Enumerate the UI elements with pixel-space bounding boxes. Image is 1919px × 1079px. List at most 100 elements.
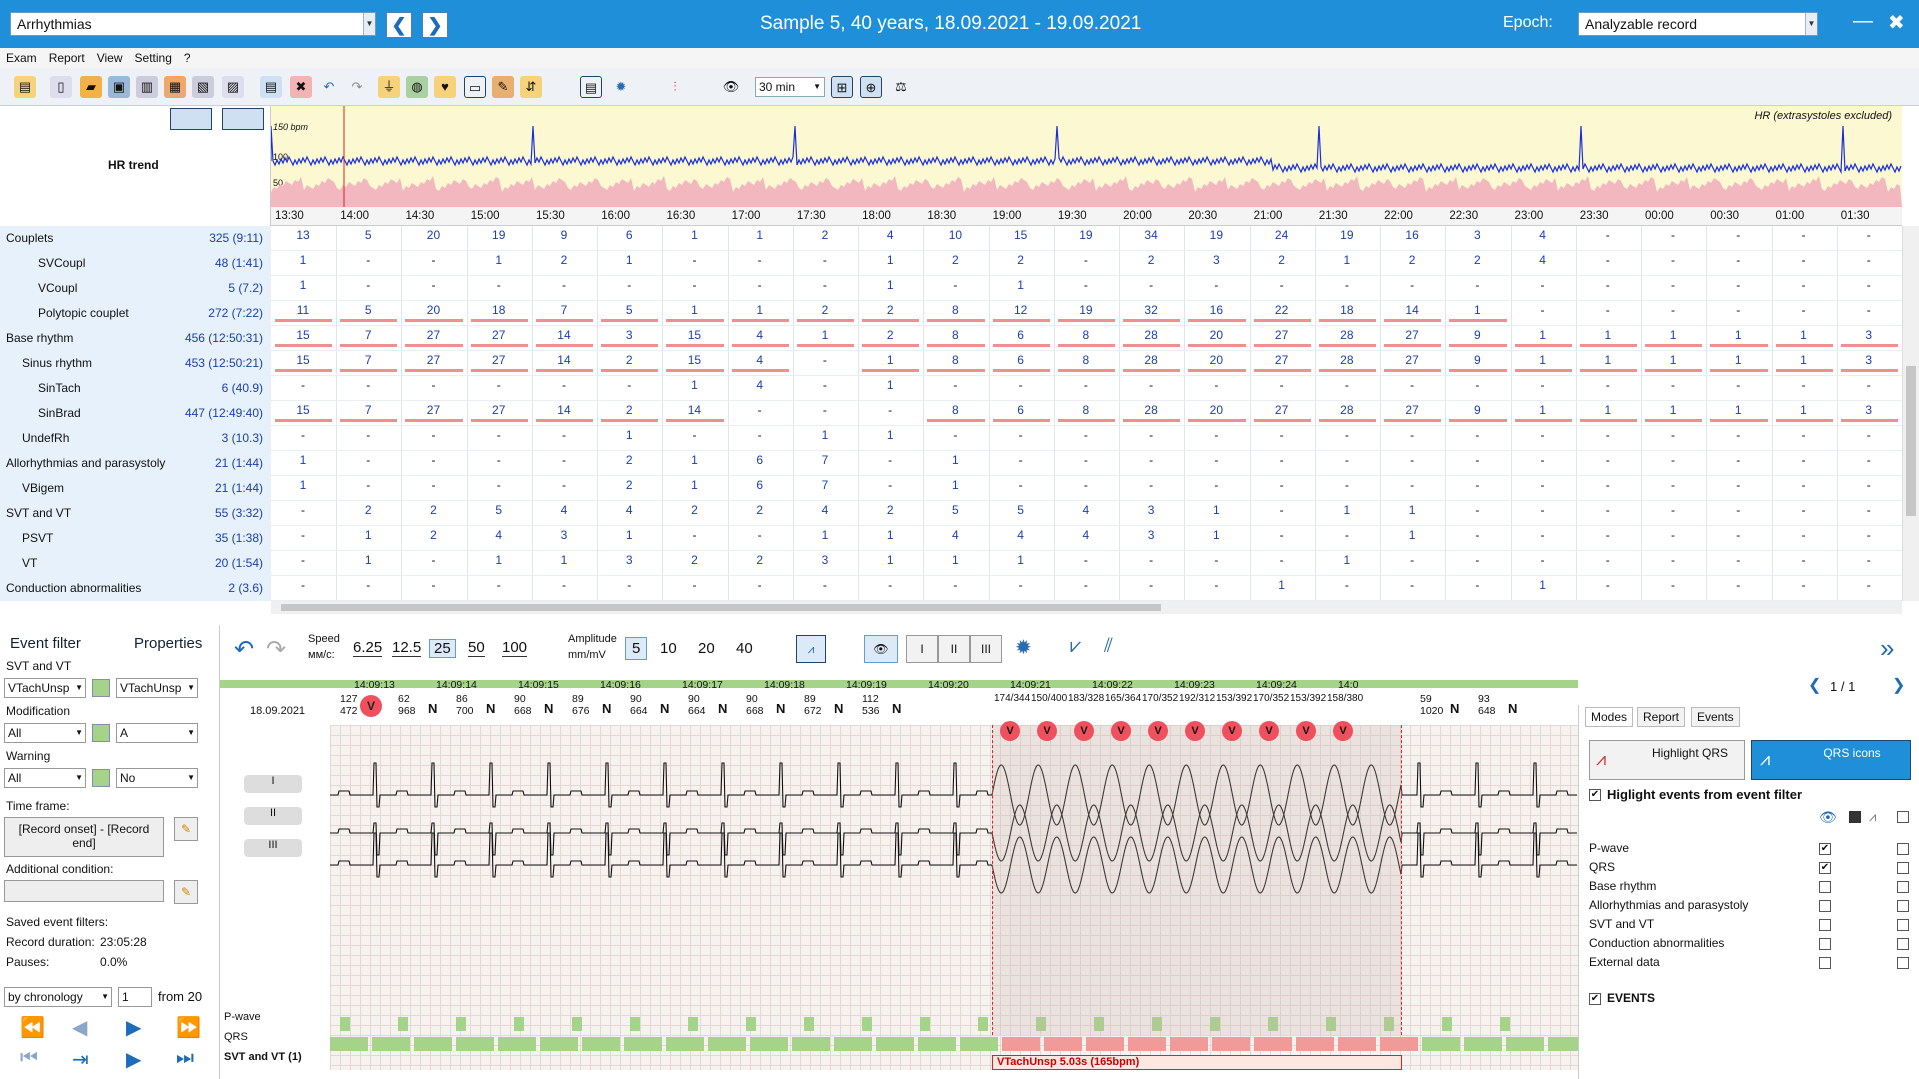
filter-icon[interactable]: ⏚ [378,76,400,98]
table-cell[interactable]: 5 [599,303,659,317]
table-cell[interactable]: - [534,428,594,442]
table-cell[interactable]: - [860,578,920,592]
table-cell[interactable]: 7 [338,403,398,417]
table-cell[interactable]: 2 [599,478,659,492]
table-cell[interactable]: 2 [338,503,398,517]
table-cell[interactable]: - [1382,378,1442,392]
mode-overlay-checkbox[interactable] [1897,957,1909,969]
tree-icon[interactable]: ▤ [14,76,36,98]
table-cell[interactable]: - [1839,278,1899,292]
fit-icon[interactable]: ⊕ [860,76,882,98]
table-cell[interactable]: - [1447,453,1507,467]
table-cell[interactable]: - [338,453,398,467]
table-cell[interactable]: - [925,278,985,292]
beat-label[interactable]: N [892,701,901,716]
table-cell[interactable]: - [1839,253,1899,267]
table-cell[interactable]: 2 [664,553,724,567]
table-cell[interactable]: - [273,378,333,392]
table-cell[interactable]: 1 [1578,328,1638,342]
first-event-icon[interactable]: ⏮ [20,1047,38,1070]
table-cell[interactable]: - [1643,253,1703,267]
table-cell[interactable]: 1 [730,303,790,317]
table-cell[interactable]: 1 [860,353,920,367]
table-cell[interactable]: 3 [795,553,855,567]
event-type-select[interactable]: VTachUnsp ▼ [4,678,86,698]
beat-label[interactable]: N [602,701,611,716]
table-cell[interactable]: - [1774,528,1834,542]
table-cell[interactable]: - [795,378,855,392]
mode-visible-checkbox[interactable]: ✔ [1819,862,1831,874]
table-cell[interactable]: - [730,278,790,292]
table-cell[interactable]: 1 [795,528,855,542]
table-row[interactable]: Base rhythm 456 (12:50:31) [0,326,271,351]
vt-beat-marker[interactable]: V [1333,721,1353,741]
table-cell[interactable]: 1 [469,253,529,267]
modification-value-select[interactable]: A ▼ [116,723,198,743]
table-cell[interactable]: 8 [925,303,985,317]
beat-label[interactable]: N [1450,701,1459,716]
trend-view-icon[interactable]: ⩗ [1070,635,1081,658]
mode-visible-checkbox[interactable] [1819,957,1831,969]
scroll-thumb[interactable] [281,604,1161,611]
table-horizontal-scrollbar[interactable] [271,601,1902,614]
table-cell[interactable]: 1 [925,478,985,492]
table-cell[interactable]: 1 [273,278,333,292]
table-cell[interactable]: 1 [860,253,920,267]
table-cell[interactable]: 1 [664,453,724,467]
table-cell[interactable]: 7 [795,478,855,492]
lead-label-iii[interactable]: III [244,839,302,857]
lead-label-ii[interactable]: II [244,807,302,825]
table-cell[interactable]: - [1252,278,1312,292]
table-cell[interactable]: - [1186,553,1246,567]
table-cell[interactable]: 1 [664,478,724,492]
table-cell[interactable]: 9 [1447,353,1507,367]
vt-beat-marker[interactable]: V [1148,721,1168,741]
table-cell[interactable]: 7 [534,303,594,317]
table-cell[interactable]: - [1056,553,1116,567]
table-cell[interactable]: - [1578,578,1638,592]
table-cell[interactable]: 28 [1317,403,1377,417]
table-row[interactable]: PSVT 35 (1:38) [0,526,271,551]
table-cell[interactable]: 3 [534,528,594,542]
lead-i-button[interactable]: I [906,635,938,663]
vt-beat-marker[interactable]: V [1185,721,1205,741]
table-cell[interactable]: - [1056,453,1116,467]
table-cell[interactable]: 2 [991,253,1051,267]
table-cell[interactable]: - [1774,553,1834,567]
table-cell[interactable]: - [1447,378,1507,392]
table-cell[interactable]: - [730,578,790,592]
table-cell[interactable]: - [925,578,985,592]
table-cell[interactable]: 3 [1121,503,1181,517]
table-cell[interactable]: - [273,553,333,567]
table-cell[interactable]: - [730,403,790,417]
table-cell[interactable]: 4 [469,528,529,542]
undo-icon[interactable]: ↶ [318,76,340,98]
table-cell[interactable]: - [1578,428,1638,442]
table-cell[interactable]: - [599,578,659,592]
amp-10[interactable]: 10 [660,640,677,657]
table-cell[interactable]: - [1121,428,1181,442]
table-cell[interactable]: 7 [795,453,855,467]
table-cell[interactable]: - [1708,428,1768,442]
table-cell[interactable]: 27 [403,403,463,417]
timeframe-field[interactable]: [Record onset] - [Record end] [4,817,164,857]
table-cell[interactable]: - [1708,503,1768,517]
table-cell[interactable]: 2 [403,528,463,542]
table-cell[interactable]: - [469,378,529,392]
scroll-thumb[interactable] [1906,366,1916,516]
color-swatch[interactable] [92,769,110,787]
color-swatch[interactable] [92,724,110,742]
table-cell[interactable]: - [795,253,855,267]
close-button[interactable]: ✖ [1888,10,1905,35]
table-cell[interactable]: 15 [991,228,1051,242]
expand-right-icon[interactable]: » [1880,633,1894,664]
table-cell[interactable]: - [534,278,594,292]
beat-label[interactable]: N [776,701,785,716]
table-cell[interactable]: - [1317,428,1377,442]
amp-5[interactable]: 5 [625,637,648,660]
table-cell[interactable]: 4 [730,378,790,392]
mode-visible-checkbox[interactable] [1819,938,1831,950]
table-cell[interactable]: - [991,453,1051,467]
last-event-icon[interactable]: ⏭ [176,1047,194,1070]
table-cell[interactable]: - [1317,578,1377,592]
